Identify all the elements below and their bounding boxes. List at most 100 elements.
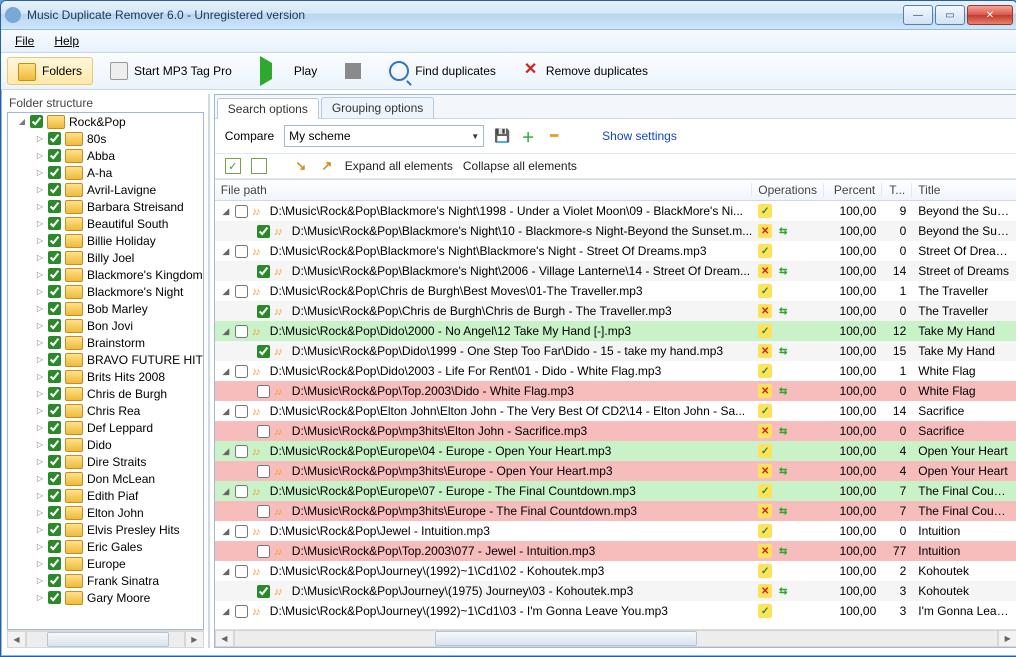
collapse-icon[interactable]: ◢	[221, 406, 231, 417]
delete-icon[interactable]	[758, 264, 772, 278]
toolbar-folders[interactable]: Folders	[7, 57, 93, 85]
show-settings-link[interactable]: Show settings	[602, 129, 677, 143]
expand-group-icon[interactable]: ↘	[293, 158, 309, 174]
result-row[interactable]: D:\Music\Rock&Pop\mp3hits\Elton John - S…	[215, 421, 1016, 441]
tree-item[interactable]: ▷Eric Gales	[8, 538, 203, 555]
col-path[interactable]: File path	[215, 183, 752, 197]
tree-checkbox[interactable]	[48, 574, 61, 587]
collapse-icon[interactable]: ◢	[16, 116, 28, 128]
expand-icon[interactable]: ▷	[34, 490, 46, 502]
keep-icon[interactable]	[758, 284, 772, 298]
col-operations[interactable]: Operations	[752, 183, 824, 197]
expand-icon[interactable]: ▷	[34, 541, 46, 553]
result-row[interactable]: ◢D:\Music\Rock&Pop\Dido\2003 - Life For …	[215, 361, 1016, 381]
row-checkbox[interactable]	[257, 425, 270, 438]
row-checkbox[interactable]	[235, 525, 248, 538]
collapse-icon[interactable]: ◢	[221, 446, 231, 457]
tree-item[interactable]: ▷Avril-Lavigne	[8, 181, 203, 198]
expand-icon[interactable]: ▷	[34, 133, 46, 145]
tree-item[interactable]: ▷Bon Jovi	[8, 317, 203, 334]
tree-item[interactable]: ▷Chris de Burgh	[8, 385, 203, 402]
col-percent[interactable]: Percent	[824, 183, 882, 197]
expand-icon[interactable]: ▷	[34, 422, 46, 434]
tree-checkbox[interactable]	[48, 285, 61, 298]
row-checkbox[interactable]	[235, 285, 248, 298]
tab-grouping-options[interactable]: Grouping options	[321, 97, 434, 118]
tree-checkbox[interactable]	[48, 489, 61, 502]
tree-item[interactable]: ▷Brits Hits 2008	[8, 368, 203, 385]
result-row[interactable]: ◢D:\Music\Rock&Pop\Europe\07 - Europe - …	[215, 481, 1016, 501]
tree-checkbox[interactable]	[48, 387, 61, 400]
expand-icon[interactable]: ▷	[34, 456, 46, 468]
row-checkbox[interactable]	[257, 265, 270, 278]
expand-icon[interactable]: ▷	[34, 167, 46, 179]
keep-icon[interactable]	[758, 324, 772, 338]
menu-file[interactable]: File	[9, 32, 40, 50]
tree-checkbox[interactable]	[48, 421, 61, 434]
tree-item[interactable]: ▷Elvis Presley Hits	[8, 521, 203, 538]
close-button[interactable]: ✕	[967, 5, 1013, 25]
result-row[interactable]: D:\Music\Rock&Pop\Dido\1999 - One Step T…	[215, 341, 1016, 361]
collapse-icon[interactable]: ◢	[221, 246, 231, 257]
collapse-icon[interactable]: ◢	[221, 286, 231, 297]
tree-item[interactable]: ▷Brainstorm	[8, 334, 203, 351]
collapse-icon[interactable]: ◢	[221, 486, 231, 497]
result-row[interactable]: ◢D:\Music\Rock&Pop\Journey\(1992)~1\Cd1\…	[215, 561, 1016, 581]
tree-checkbox[interactable]	[48, 217, 61, 230]
delete-icon[interactable]	[758, 344, 772, 358]
swap-icon[interactable]	[776, 584, 790, 598]
row-checkbox[interactable]	[257, 465, 270, 478]
titlebar[interactable]: Music Duplicate Remover 6.0 - Unregister…	[1, 1, 1016, 30]
tree-item[interactable]: ▷Billie Holiday	[8, 232, 203, 249]
scroll-left-icon[interactable]: ◀	[215, 630, 234, 647]
row-checkbox[interactable]	[257, 305, 270, 318]
delete-icon[interactable]	[758, 544, 772, 558]
tree-checkbox[interactable]	[48, 166, 61, 179]
swap-icon[interactable]	[776, 504, 790, 518]
expand-icon[interactable]: ▷	[34, 303, 46, 315]
tree-checkbox[interactable]	[48, 472, 61, 485]
swap-icon[interactable]	[776, 304, 790, 318]
swap-icon[interactable]	[776, 224, 790, 238]
delete-icon[interactable]	[758, 424, 772, 438]
row-checkbox[interactable]	[235, 365, 248, 378]
swap-icon[interactable]	[776, 344, 790, 358]
delete-icon[interactable]	[758, 504, 772, 518]
tree-item[interactable]: ▷Blackmore's Night	[8, 283, 203, 300]
expand-icon[interactable]: ▷	[34, 388, 46, 400]
expand-icon[interactable]: ▷	[34, 235, 46, 247]
toolbar-start-tag[interactable]: Start MP3 Tag Pro	[99, 58, 243, 84]
tree-checkbox[interactable]	[48, 540, 61, 553]
tree-checkbox[interactable]	[48, 200, 61, 213]
expand-icon[interactable]: ▷	[34, 218, 46, 230]
result-row[interactable]: ◢D:\Music\Rock&Pop\Dido\2000 - No Angel\…	[215, 321, 1016, 341]
splitter[interactable]	[208, 94, 210, 648]
row-checkbox[interactable]	[257, 585, 270, 598]
swap-icon[interactable]	[776, 544, 790, 558]
expand-icon[interactable]: ▷	[34, 592, 46, 604]
tree-checkbox[interactable]	[48, 319, 61, 332]
row-checkbox[interactable]	[235, 485, 248, 498]
tree-item[interactable]: ▷Elton John	[8, 504, 203, 521]
result-row[interactable]: ◢D:\Music\Rock&Pop\Europe\04 - Europe - …	[215, 441, 1016, 461]
result-row[interactable]: D:\Music\Rock&Pop\Journey\(1975) Journey…	[215, 581, 1016, 601]
scroll-right-icon[interactable]: ▶	[998, 630, 1016, 647]
swap-icon[interactable]	[776, 464, 790, 478]
tree-item[interactable]: ▷Abba	[8, 147, 203, 164]
expand-icon[interactable]: ▷	[34, 150, 46, 162]
expand-icon[interactable]: ▷	[34, 439, 46, 451]
collapse-icon[interactable]: ◢	[221, 526, 231, 537]
expand-icon[interactable]: ▷	[34, 269, 46, 281]
row-checkbox[interactable]	[257, 345, 270, 358]
result-row[interactable]: ◢D:\Music\Rock&Pop\Elton John\Elton John…	[215, 401, 1016, 421]
result-row[interactable]: ◢D:\Music\Rock&Pop\Journey\(1992)~1\Cd1\…	[215, 601, 1016, 621]
toolbar-stop[interactable]	[334, 59, 372, 83]
expand-icon[interactable]: ▷	[34, 286, 46, 298]
row-checkbox[interactable]	[235, 565, 248, 578]
tree-item[interactable]: ▷Blackmore's Kingdom	[8, 266, 203, 283]
tree-checkbox[interactable]	[48, 302, 61, 315]
result-row[interactable]: D:\Music\Rock&Pop\mp3hits\Europe - Open …	[215, 461, 1016, 481]
tree-item[interactable]: ▷Beautiful South	[8, 215, 203, 232]
result-row[interactable]: D:\Music\Rock&Pop\Chris de Burgh\Chris d…	[215, 301, 1016, 321]
keep-icon[interactable]	[758, 404, 772, 418]
